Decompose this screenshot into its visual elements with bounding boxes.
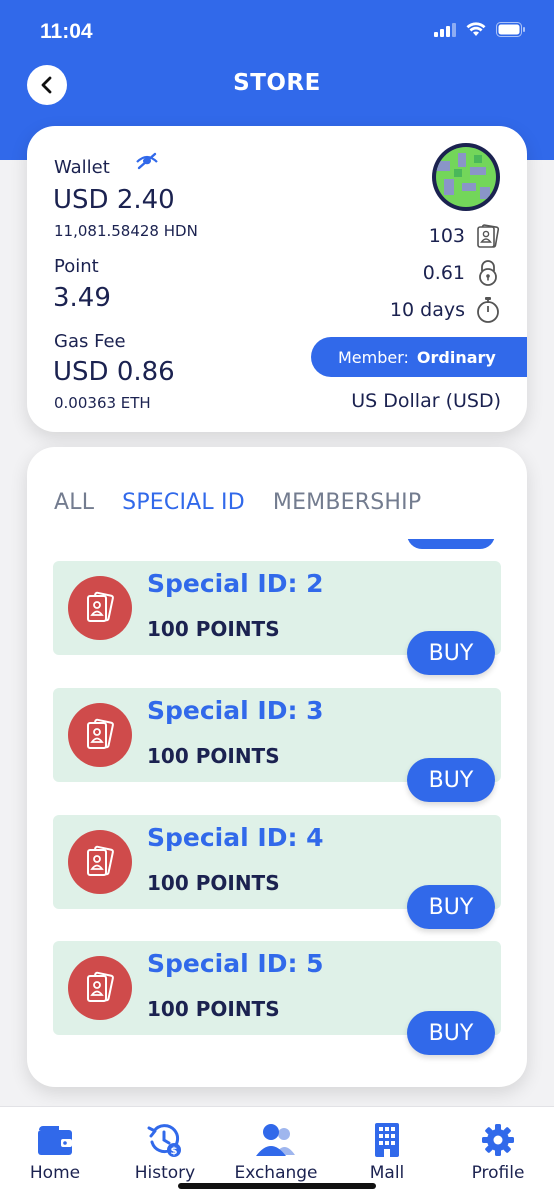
store-card: ALL SPECIAL ID MEMBERSHIP Special ID: 2 … — [27, 447, 527, 1087]
store-item: Special ID: 5 100 POINTS BUY — [53, 941, 501, 1055]
item-title: Special ID: 4 — [147, 823, 324, 852]
wallet-icon — [38, 1126, 72, 1155]
id-card-icon — [68, 703, 132, 767]
tab-exchange-label: Exchange — [234, 1163, 318, 1183]
wallet-usd-value: USD 2.40 — [53, 185, 175, 215]
tab-history-label: History — [134, 1163, 196, 1183]
item-title: Special ID: 3 — [147, 696, 324, 725]
tab-all[interactable]: ALL — [54, 490, 94, 515]
buy-button[interactable]: BUY — [407, 758, 495, 802]
building-icon — [375, 1123, 399, 1157]
point-value: 3.49 — [53, 283, 111, 313]
store-item: Special ID: 2 100 POINTS BUY — [53, 561, 501, 675]
history-icon: $ — [147, 1124, 181, 1157]
member-label: Member: — [338, 347, 409, 367]
item-points: 100 POINTS — [147, 997, 280, 1021]
tab-history[interactable]: $ History — [110, 1121, 220, 1183]
store-item: Special ID: 4 100 POINTS BUY — [53, 815, 501, 929]
buy-button[interactable]: BUY — [407, 1011, 495, 1055]
buy-button-partial[interactable] — [407, 539, 495, 549]
status-icons — [434, 22, 526, 37]
point-label: Point — [54, 256, 99, 277]
avatar[interactable] — [432, 143, 500, 211]
id-card-icon — [68, 956, 132, 1020]
tab-profile-label: Profile — [471, 1163, 525, 1183]
id-count-value: 103 — [428, 225, 465, 247]
gas-fee-eth-value: 0.00363 ETH — [54, 394, 151, 412]
gas-fee-label: Gas Fee — [54, 331, 126, 352]
locked-row: 0.61 — [423, 259, 501, 287]
avatar-pattern-icon — [436, 147, 496, 207]
page-title: STORE — [233, 70, 321, 96]
duration-row: 10 days — [390, 296, 501, 324]
home-indicator — [178, 1183, 376, 1189]
member-badge: Member: Ordinary — [311, 337, 527, 377]
tab-home[interactable]: Home — [0, 1121, 110, 1183]
locked-value: 0.61 — [422, 262, 465, 284]
tab-profile[interactable]: Profile — [443, 1121, 553, 1183]
tab-exchange[interactable]: Exchange — [221, 1121, 331, 1183]
gas-fee-usd-value: USD 0.86 — [53, 357, 175, 387]
item-points: 100 POINTS — [147, 871, 280, 895]
duration-value: 10 days — [389, 299, 465, 321]
eye-slash-icon[interactable] — [135, 152, 159, 170]
tab-membership[interactable]: MEMBERSHIP — [273, 490, 421, 515]
item-title: Special ID: 2 — [147, 569, 324, 598]
currency-selector[interactable]: US Dollar (USD) — [351, 390, 501, 412]
id-card-icon — [68, 576, 132, 640]
lock-icon — [479, 260, 497, 286]
store-tabs: ALL SPECIAL ID MEMBERSHIP — [54, 490, 421, 515]
tab-mall[interactable]: Mall — [332, 1121, 442, 1183]
wallet-card: Wallet USD 2.40 11,081.58428 HDN Point 3… — [27, 126, 527, 432]
tab-home-label: Home — [29, 1163, 81, 1183]
wallet-hdn-value: 11,081.58428 HDN — [54, 222, 198, 240]
wallet-label: Wallet — [54, 157, 110, 178]
svg-text:$: $ — [171, 1146, 178, 1157]
id-cards-icon — [477, 224, 500, 248]
signal-icon — [434, 22, 456, 37]
wifi-icon — [466, 22, 486, 36]
battery-icon — [496, 22, 525, 37]
users-icon — [256, 1124, 295, 1156]
id-count-row: 103 — [429, 223, 501, 249]
item-title: Special ID: 5 — [147, 949, 324, 978]
buy-button[interactable]: BUY — [407, 631, 495, 675]
id-card-icon — [68, 830, 132, 894]
status-time: 11:04 — [40, 20, 93, 43]
member-level: Ordinary — [416, 347, 496, 367]
item-points: 100 POINTS — [147, 617, 280, 641]
stopwatch-icon — [477, 297, 499, 323]
store-item-list[interactable]: Special ID: 2 100 POINTS BUY Special ID:… — [27, 539, 527, 1087]
gear-icon — [482, 1124, 514, 1156]
buy-button[interactable]: BUY — [407, 885, 495, 929]
tab-special-id[interactable]: SPECIAL ID — [122, 490, 245, 515]
tab-mall-label: Mall — [369, 1163, 405, 1183]
store-item: Special ID: 3 100 POINTS BUY — [53, 688, 501, 802]
item-points: 100 POINTS — [147, 744, 280, 768]
